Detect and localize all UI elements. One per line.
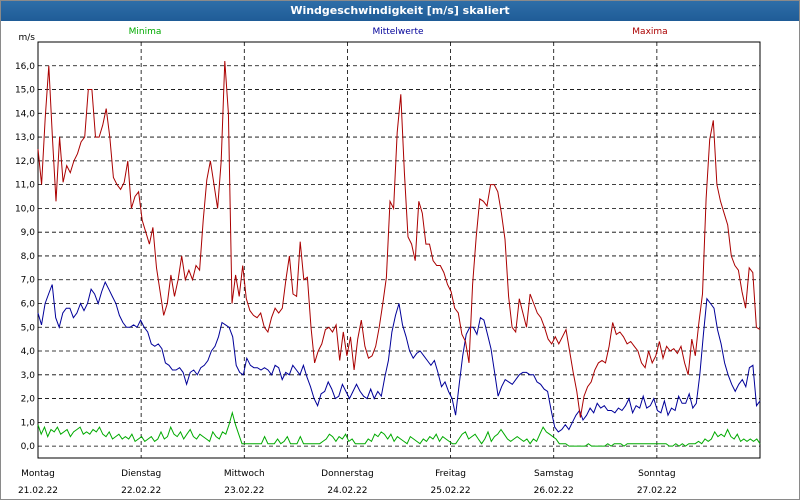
x-tick-date: 25.02.22	[431, 486, 471, 496]
y-tick-label: 8,0	[21, 252, 36, 262]
y-tick-label: 16,0	[15, 62, 35, 72]
legend-minima: Minima	[129, 27, 162, 37]
y-tick-label: 4,0	[21, 347, 36, 357]
y-tick-label: 10,0	[15, 204, 35, 214]
x-tick-day: Sonntag	[638, 469, 675, 479]
x-tick-date: 23.02.22	[224, 486, 264, 496]
y-tick-label: 0,0	[21, 442, 36, 452]
y-tick-label: 14,0	[15, 109, 35, 119]
x-tick-day: Montag	[21, 469, 55, 479]
y-tick-label: 15,0	[15, 86, 35, 96]
x-tick-day: Dienstag	[121, 469, 161, 479]
x-tick-date: 21.02.22	[18, 486, 58, 496]
y-tick-label: 2,0	[21, 395, 36, 405]
y-tick-label: 1,0	[21, 418, 36, 428]
x-tick-date: 27.02.22	[637, 486, 677, 496]
legend-mittelwerte: Mittelwerte	[372, 27, 423, 37]
y-tick-label: 3,0	[21, 371, 36, 381]
y-tick-label: 12,0	[15, 157, 35, 167]
y-tick-label: 7,0	[21, 276, 36, 286]
y-tick-label: 11,0	[15, 181, 35, 191]
legend-maxima: Maxima	[632, 27, 667, 37]
x-tick-day: Donnerstag	[321, 469, 374, 479]
x-tick-day: Freitag	[435, 469, 466, 479]
y-tick-label: 13,0	[15, 133, 35, 143]
y-tick-label: 5,0	[21, 323, 36, 333]
x-tick-day: Samstag	[534, 469, 573, 479]
y-tick-label: 9,0	[21, 228, 36, 238]
y-axis-label: m/s	[19, 33, 36, 43]
x-tick-day: Mittwoch	[224, 469, 265, 479]
y-tick-label: 6,0	[21, 299, 36, 309]
plot-area	[37, 41, 761, 459]
x-tick-date: 22.02.22	[121, 486, 161, 496]
x-tick-date: 26.02.22	[534, 486, 574, 496]
wind-speed-chart: 0,0 1,0 2,0 3,0 4,0 5,0 6,0 7,0 8,0 9,0 10,0 11,0 12…	[15, 27, 761, 496]
x-tick-date: 24.02.22	[327, 486, 367, 496]
